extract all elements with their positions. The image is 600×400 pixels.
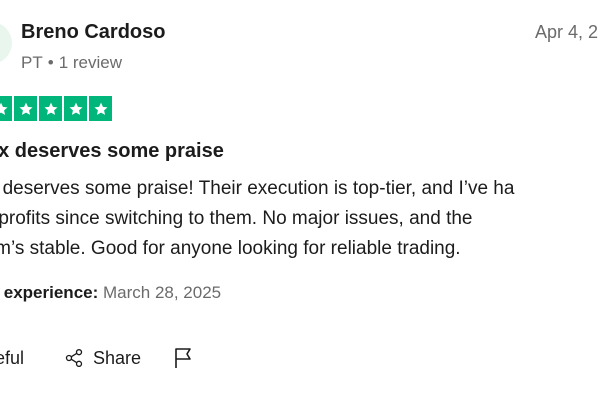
useful-label: seful	[0, 347, 25, 368]
star-icon	[64, 96, 87, 121]
star-icon	[39, 96, 62, 121]
share-label: Share	[93, 347, 142, 368]
flag-icon	[175, 348, 191, 368]
reviewer-name[interactable]: Breno Cardoso	[21, 21, 165, 44]
reviewer-country: PT	[21, 53, 43, 72]
review-date: Apr 4, 2	[535, 22, 599, 42]
experience-date: March 28, 2025	[103, 283, 222, 302]
share-icon	[65, 349, 83, 367]
date-of-experience: of experience: March 28, 2025	[0, 283, 221, 303]
star-rating	[0, 96, 112, 121]
star-icon	[89, 96, 112, 121]
review-body: lex deserves some praise! Their executio…	[0, 174, 600, 264]
review-body-line: form’s stable. Good for anyone looking f…	[0, 238, 461, 259]
report-button[interactable]	[172, 343, 194, 373]
review-title[interactable]: ex deserves some praise	[0, 140, 224, 163]
review-card: Breno Cardoso PT • 1 review Apr 4, 2 ex de…	[0, 0, 600, 400]
useful-button[interactable]: seful	[0, 343, 24, 373]
experience-label: of experience:	[0, 283, 99, 302]
star-icon	[0, 96, 12, 121]
review-actions: seful Share	[0, 343, 600, 373]
review-body-line: dy profits since switching to them. No m…	[0, 208, 473, 229]
star-icon	[14, 96, 37, 121]
avatar[interactable]	[0, 22, 12, 64]
meta-separator: •	[47, 53, 54, 72]
share-button[interactable]: Share	[64, 343, 141, 373]
reviewer-review-count: 1 review	[58, 53, 122, 72]
review-body-line: lex deserves some praise! Their executio…	[0, 178, 515, 199]
reviewer-meta: PT • 1 review	[21, 53, 122, 73]
